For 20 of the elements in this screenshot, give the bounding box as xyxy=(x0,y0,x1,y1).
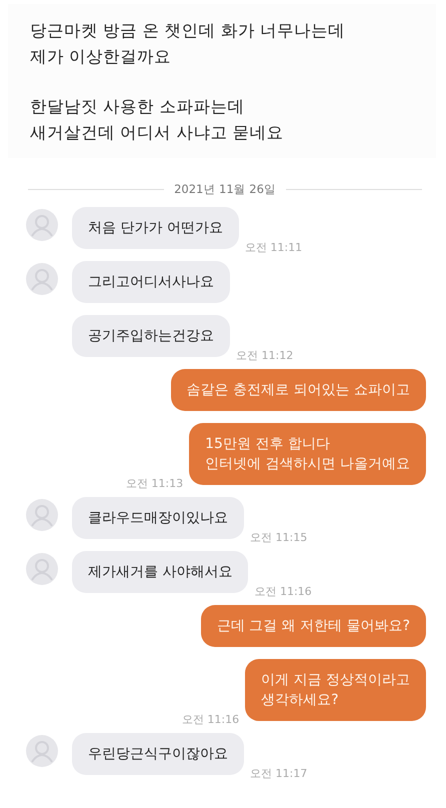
message-time: 오전 11:11 xyxy=(244,240,302,255)
message-bubble: 공기주입하는건강요 xyxy=(72,315,230,357)
date-label: 2021년 11월 26일 xyxy=(174,182,276,197)
post-paragraph: 한달남짓 사용한 소파파는데 새거살건데 어디서 사냐고 묻네요 xyxy=(30,96,285,144)
message-bubble: 처음 단가가 어떤가요 xyxy=(72,207,239,249)
message-time: 오전 11:13 xyxy=(126,476,184,491)
message-time: 오전 11:15 xyxy=(250,530,308,545)
message-bubble: 근데 그걸 왜 저한테 물어봐요? xyxy=(200,605,426,647)
message-time: 오전 11:12 xyxy=(236,348,294,363)
message-bubble: 제가새거를 사야해서요 xyxy=(72,551,248,593)
message-time: 오전 11:16 xyxy=(254,584,312,599)
message-time: 오전 11:16 xyxy=(182,712,240,727)
message-bubble: 우린당근식구이잖아요 xyxy=(72,733,244,775)
message-bubble: 15만원 전후 합니다 인터넷에 검색하시면 나올거예요 xyxy=(189,423,426,485)
message-time: 오전 11:17 xyxy=(250,766,308,781)
message-bubble: 솜같은 충전제로 되어있는 쇼파이고 xyxy=(170,369,426,411)
message-bubble: 클라우드매장이있나요 xyxy=(72,497,244,539)
post-paragraph: 당근마켓 방금 온 챗인데 화가 너무나는데 제가 이상한걸까요 xyxy=(30,20,346,68)
message-bubble: 그리고어디서사나요 xyxy=(72,261,230,303)
message-bubble: 이게 지금 정상적이라고 생각하세요? xyxy=(245,659,426,721)
